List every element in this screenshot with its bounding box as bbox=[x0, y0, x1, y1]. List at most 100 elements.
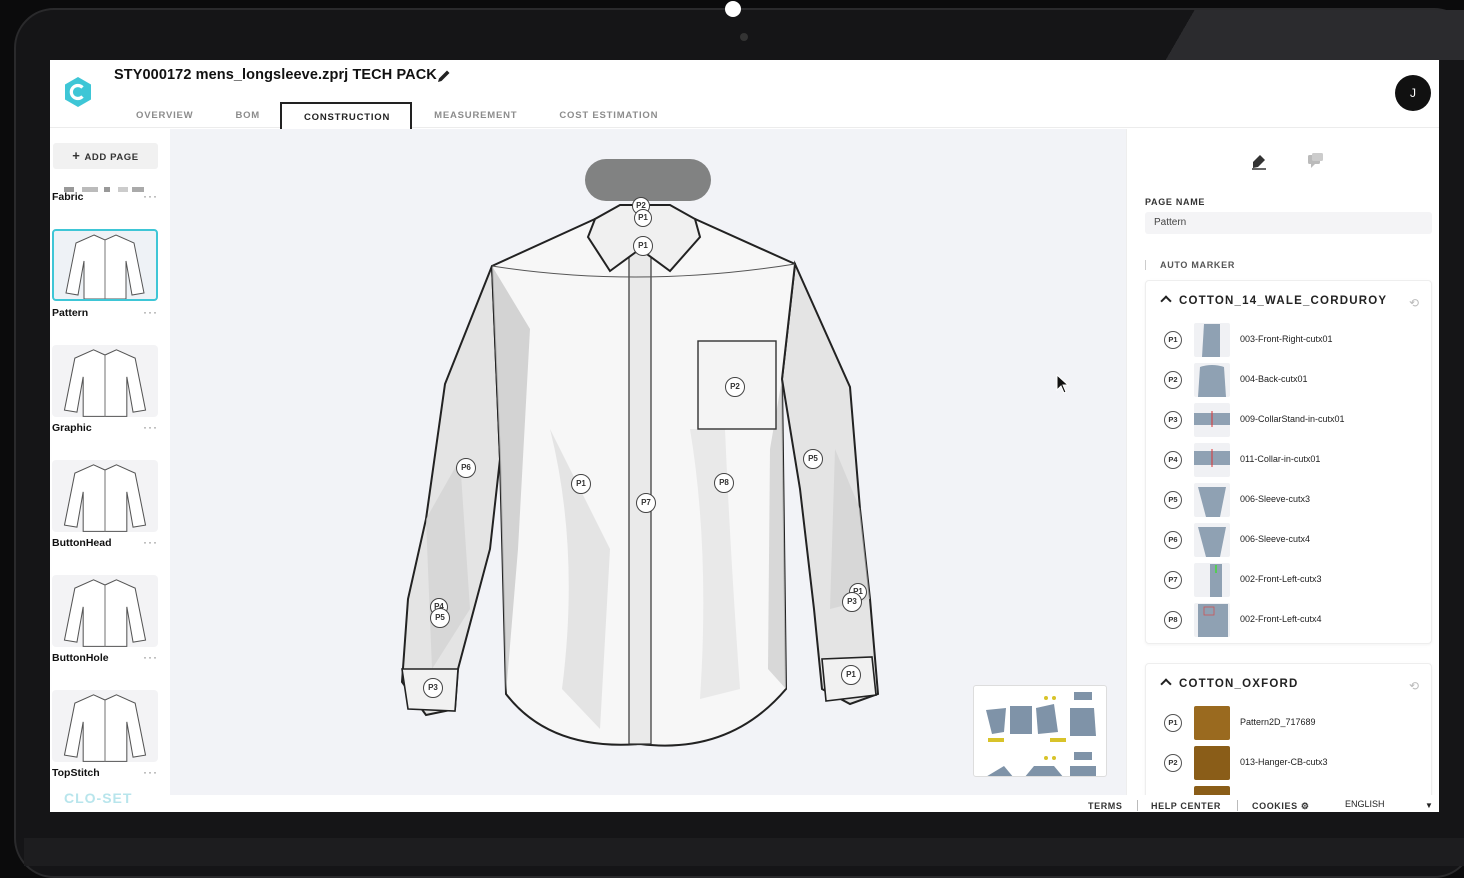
chevron-up-icon[interactable] bbox=[1160, 678, 1172, 690]
shirt-thumbnail bbox=[65, 234, 145, 299]
pattern-piece-row[interactable] bbox=[1156, 785, 1426, 795]
pattern-piece-row[interactable]: P1 Pattern2D_717689 bbox=[1156, 705, 1426, 741]
pattern-piece-row[interactable]: P2 004-Back-cutx01 bbox=[1156, 362, 1426, 398]
chevron-up-icon[interactable] bbox=[1160, 295, 1172, 307]
pattern-piece-row[interactable]: P2 013-Hanger-CB-cutx3 bbox=[1156, 745, 1426, 781]
gear-icon: ⚙ bbox=[1300, 801, 1310, 811]
piece-label: Pattern2D_717689 bbox=[1240, 717, 1316, 727]
piece-label: 009-CollarStand-in-cutx01 bbox=[1240, 414, 1345, 424]
more-options-icon[interactable]: ··· bbox=[143, 535, 158, 549]
camera-indicator bbox=[725, 1, 741, 17]
pattern-pin[interactable]: P5 bbox=[430, 608, 450, 628]
pattern-pin[interactable]: P8 bbox=[714, 473, 734, 493]
more-options-icon[interactable]: ··· bbox=[143, 189, 158, 203]
more-options-icon[interactable]: ··· bbox=[143, 420, 158, 434]
more-options-icon[interactable]: ··· bbox=[143, 765, 158, 779]
pattern-piece-row[interactable]: P1 003-Front-Right-cutx01 bbox=[1156, 322, 1426, 358]
fabric-card-header[interactable]: COTTON_14_WALE_CORDUROY bbox=[1160, 295, 1388, 307]
page-item-buttonhead[interactable]: ButtonHead ··· bbox=[52, 460, 160, 549]
page-name-label: Fabric bbox=[52, 191, 84, 203]
pattern-pin[interactable]: P1 bbox=[633, 236, 653, 256]
camera-lens bbox=[740, 33, 748, 41]
pattern-piece-row[interactable]: P8 002-Front-Left-cutx4 bbox=[1156, 602, 1426, 638]
piece-thumbnail bbox=[1194, 746, 1230, 780]
piece-thumbnail bbox=[1194, 403, 1230, 437]
tab-measurement[interactable]: MEASUREMENT bbox=[412, 102, 537, 129]
page-name-heading: PAGE NAME bbox=[1145, 197, 1206, 207]
more-options-icon[interactable]: ··· bbox=[143, 305, 158, 319]
piece-thumbnail bbox=[1194, 323, 1230, 357]
page-thumbnail bbox=[52, 345, 158, 417]
pattern-pin[interactable]: P1 bbox=[571, 474, 591, 494]
user-avatar[interactable]: J bbox=[1395, 75, 1431, 111]
tab-cost-estimation[interactable]: COST ESTIMATION bbox=[537, 102, 678, 129]
page-list-sidebar: + ADD PAGE Fabric ··· Pattern ··· Graphi… bbox=[50, 129, 170, 812]
shirt-thumbnail bbox=[63, 694, 147, 762]
pattern-piece-row[interactable]: P5 006-Sleeve-cutx3 bbox=[1156, 482, 1426, 518]
footer-divider bbox=[1237, 800, 1238, 811]
minimap-pieces bbox=[986, 692, 1096, 776]
terms-link[interactable]: TERMS bbox=[1088, 801, 1123, 811]
pattern-pin[interactable]: P2 bbox=[725, 377, 745, 397]
page-item-graphic[interactable]: Graphic ··· bbox=[52, 345, 160, 434]
page-item-buttonhole[interactable]: ButtonHole ··· bbox=[52, 575, 160, 664]
footer-divider bbox=[1137, 800, 1138, 811]
pattern-pin[interactable]: P1 bbox=[634, 209, 652, 227]
fabric-name: COTTON_14_WALE_CORDUROY bbox=[1179, 295, 1388, 307]
annotate-icon[interactable] bbox=[1250, 152, 1268, 170]
page-name-label: Graphic bbox=[52, 422, 92, 434]
laptop-chin bbox=[24, 838, 1464, 866]
pattern-pin[interactable]: P6 bbox=[456, 458, 476, 478]
3d-viewport[interactable]: P2 P1 P1 P2 P6 P1 P7 P8 P5 P4 P5 P3 P1 P… bbox=[170, 129, 1135, 795]
pattern-piece-row[interactable]: P7 002-Front-Left-cutx3 bbox=[1156, 562, 1426, 598]
piece-thumbnail bbox=[1194, 603, 1230, 637]
page-name-label: Pattern bbox=[52, 307, 89, 319]
pattern-piece-row[interactable]: P4 011-Collar-in-cutx01 bbox=[1156, 442, 1426, 478]
plus-icon: + bbox=[72, 148, 81, 163]
tab-overview[interactable]: OVERVIEW bbox=[114, 102, 213, 129]
tab-construction[interactable]: CONSTRUCTION bbox=[280, 102, 413, 129]
page-thumbnail bbox=[52, 460, 158, 532]
page-item-topstitch[interactable]: TopStitch ··· bbox=[52, 690, 160, 779]
page-name-input[interactable]: Pattern bbox=[1145, 212, 1432, 234]
pattern-pin[interactable]: P1 bbox=[841, 665, 861, 685]
piece-label: 013-Hanger-CB-cutx3 bbox=[1240, 757, 1328, 767]
more-options-icon[interactable]: ··· bbox=[143, 650, 158, 664]
piece-badge: P7 bbox=[1164, 571, 1182, 589]
panel-mode-icons bbox=[1250, 152, 1324, 170]
caret-down-icon[interactable]: ▼ bbox=[1425, 801, 1433, 810]
pattern-pin[interactable]: P3 bbox=[423, 678, 443, 698]
add-page-button[interactable]: + ADD PAGE bbox=[53, 143, 158, 169]
comments-icon[interactable] bbox=[1306, 152, 1324, 170]
fabric-card-header[interactable]: COTTON_OXFORD bbox=[1160, 678, 1299, 690]
pattern-piece-row[interactable]: P6 006-Sleeve-cutx4 bbox=[1156, 522, 1426, 558]
piece-label: 002-Front-Left-cutx3 bbox=[1240, 574, 1322, 584]
page-item-pattern[interactable]: Pattern ··· bbox=[52, 229, 160, 319]
piece-thumbnail bbox=[1194, 523, 1230, 557]
sync-icon[interactable]: ⟲ bbox=[1409, 679, 1419, 693]
pattern-minimap[interactable] bbox=[973, 685, 1107, 777]
pattern-pin[interactable]: P7 bbox=[636, 493, 656, 513]
edit-title-icon[interactable] bbox=[436, 68, 452, 84]
pattern-piece-row[interactable]: P3 009-CollarStand-in-cutx01 bbox=[1156, 402, 1426, 438]
properties-panel: PAGE NAME Pattern AUTO MARKER COTTON_14_… bbox=[1126, 129, 1439, 795]
app-logo-icon[interactable] bbox=[62, 76, 94, 108]
pattern-pin[interactable]: P5 bbox=[803, 449, 823, 469]
pattern-pin[interactable]: P3 bbox=[842, 592, 862, 612]
piece-thumbnail bbox=[1194, 786, 1230, 795]
cookies-link[interactable]: COOKIES ⚙ bbox=[1252, 801, 1310, 812]
page-item-fabric[interactable]: Fabric ··· bbox=[52, 180, 160, 203]
shirt-thumbnail bbox=[63, 349, 147, 417]
mouse-cursor-icon bbox=[1056, 374, 1070, 394]
piece-label: 004-Back-cutx01 bbox=[1240, 374, 1308, 384]
fabric-name: COTTON_OXFORD bbox=[1179, 678, 1299, 690]
language-select[interactable]: ENGLISH bbox=[1345, 799, 1385, 809]
app-screen: STY000172 mens_longsleeve.zprj TECH PACK… bbox=[50, 60, 1439, 812]
help-center-link[interactable]: HELP CENTER bbox=[1151, 801, 1221, 811]
piece-label: 003-Front-Right-cutx01 bbox=[1240, 334, 1333, 344]
piece-shape bbox=[1210, 564, 1222, 597]
page-name-label: ButtonHole bbox=[52, 652, 109, 664]
sync-icon[interactable]: ⟲ bbox=[1409, 296, 1419, 310]
tab-bom[interactable]: BOM bbox=[213, 102, 280, 129]
piece-shape bbox=[1198, 527, 1226, 557]
